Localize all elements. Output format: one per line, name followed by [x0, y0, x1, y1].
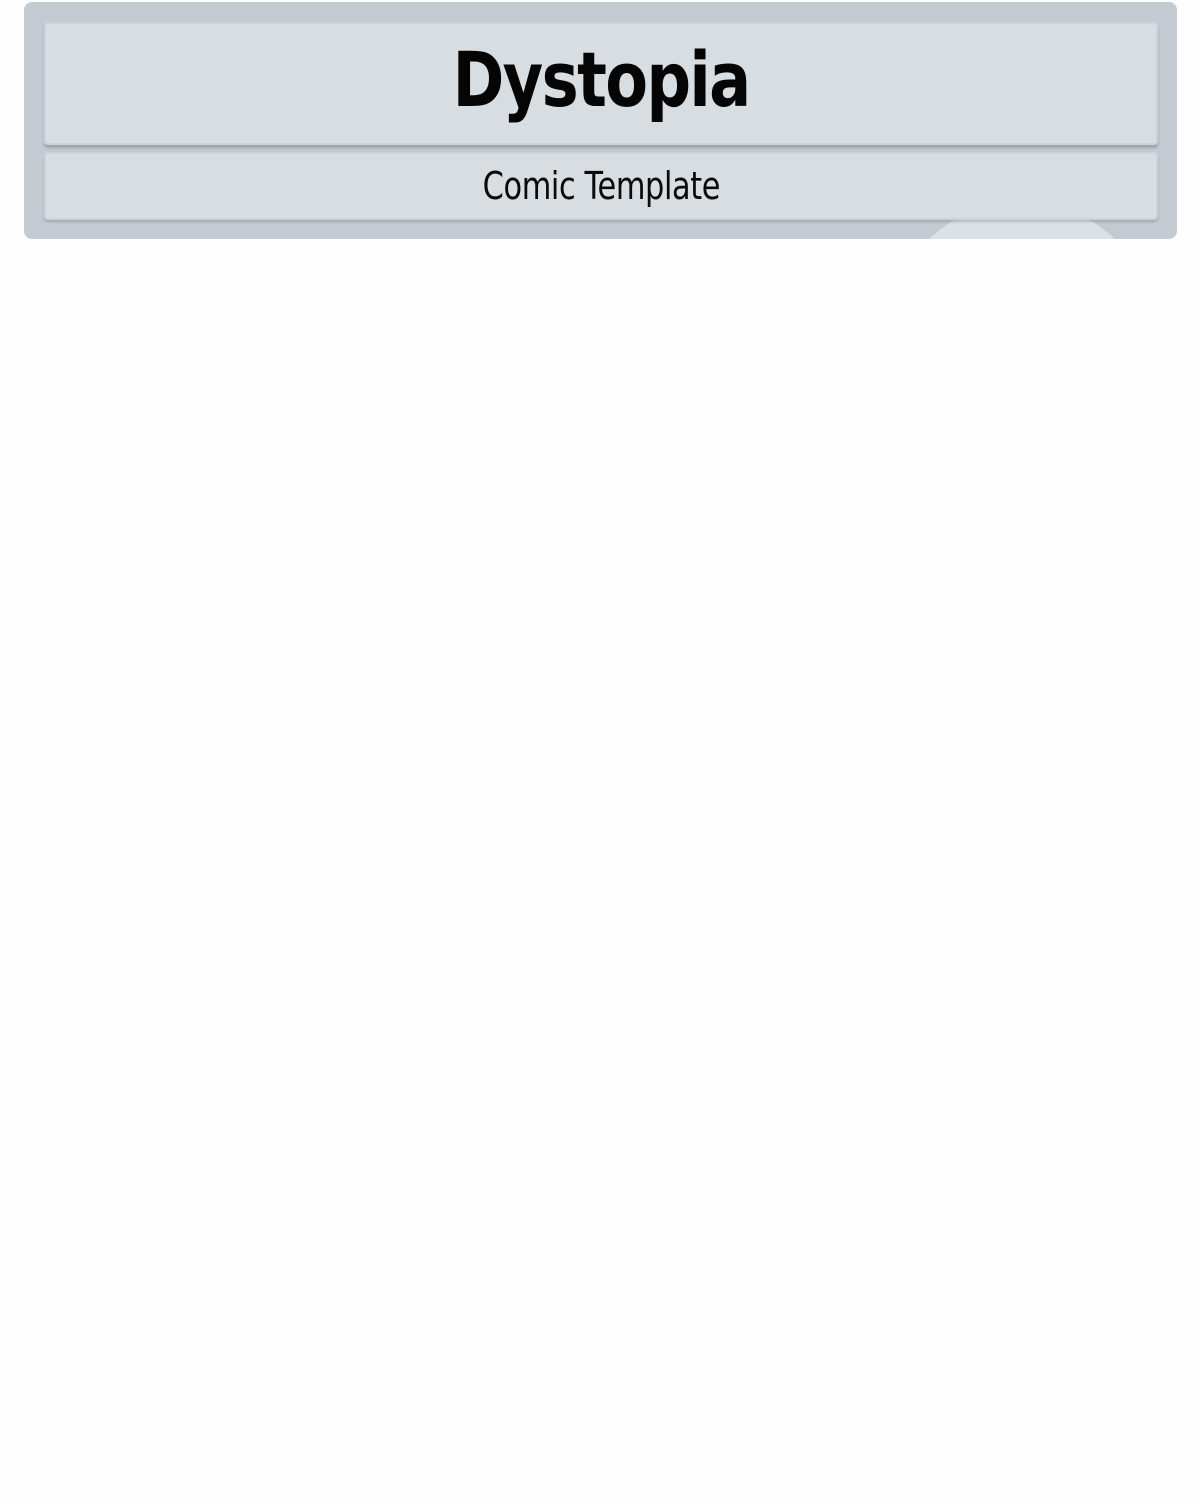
title-panel: Dystopia: [44, 22, 1158, 145]
page-title: Dystopia: [452, 34, 752, 124]
subtitle-panel: Comic Template: [44, 152, 1158, 220]
comic-content-area: [0, 240, 1200, 1500]
header-frame: Dystopia Comic Template: [24, 2, 1177, 239]
page-subtitle: Comic Template: [482, 164, 720, 208]
